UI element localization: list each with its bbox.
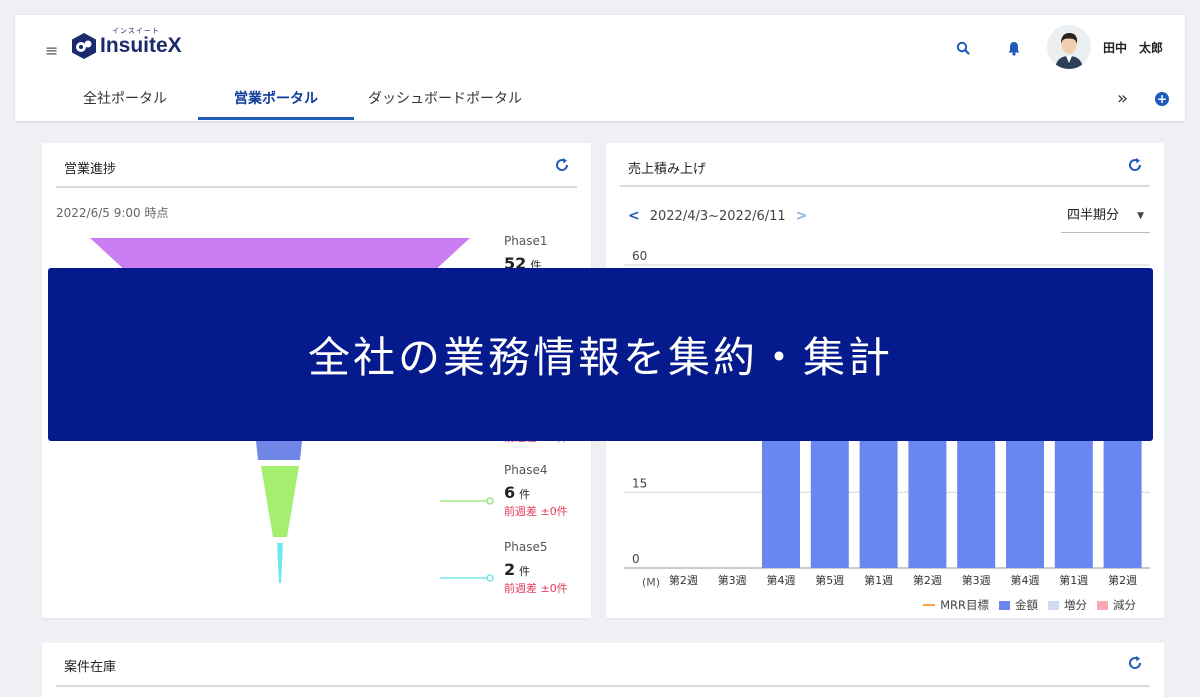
app-header: ≡ インスイート InsuiteX 田中 太郎 全社ポータル 営業ポータル ダッ… xyxy=(15,15,1185,121)
funnel-phase4 xyxy=(261,466,299,537)
refresh-icon[interactable] xyxy=(1126,654,1144,672)
x-tick-label: 第3週 xyxy=(718,573,747,587)
phase5-dot xyxy=(486,574,494,582)
add-tab-icon[interactable]: + xyxy=(1155,92,1169,106)
notification-button[interactable] xyxy=(1003,37,1025,59)
x-tick-label: 第2週 xyxy=(913,573,942,587)
user-photo-icon xyxy=(1047,25,1091,69)
x-tick-label: 第1週 xyxy=(1059,573,1088,587)
tab-dashboard-portal[interactable]: ダッシュボードポータル xyxy=(360,85,530,119)
date-range-nav: < 2022/4/3~2022/6/11 > xyxy=(628,208,807,224)
phase4-info: Phase4 6件 前週差 ±0件 xyxy=(504,463,568,518)
tab-company-portal[interactable]: 全社ポータル xyxy=(55,85,195,119)
card-divider xyxy=(620,185,1150,187)
phase4-dot xyxy=(486,497,494,505)
logo-text: InsuiteX xyxy=(100,34,182,57)
card-title: 売上積み上げ xyxy=(628,162,707,177)
refresh-icon[interactable] xyxy=(1126,156,1144,174)
x-tick-label: 第4週 xyxy=(1011,573,1040,587)
search-icon xyxy=(956,41,970,55)
card-divider xyxy=(56,685,1150,687)
legend-item[interactable]: 増分 xyxy=(1048,597,1087,613)
caret-down-icon: ▼ xyxy=(1137,211,1144,221)
funnel-phase5 xyxy=(277,543,283,583)
banner-text: 全社の業務情報を集約・集計 xyxy=(307,333,893,382)
chart-legend: MRR目標 金額 増分 減分 xyxy=(913,597,1136,613)
logo-mark-icon xyxy=(72,33,96,59)
phase5-info: Phase5 2件 前週差 ±0件 xyxy=(504,540,568,595)
x-tick-label: 第1週 xyxy=(864,573,893,587)
x-tick-label: 第2週 xyxy=(1108,573,1137,587)
portal-tabs: 全社ポータル 営業ポータル ダッシュボードポータル » + xyxy=(15,85,1185,121)
legend-item[interactable]: 金額 xyxy=(999,597,1038,613)
y-unit-label: (M) xyxy=(642,576,660,589)
card-title: 案件在庫 xyxy=(64,660,117,675)
deal-inventory-card: 案件在庫 xyxy=(42,643,1164,697)
x-tick-label: 第3週 xyxy=(962,573,991,587)
period-select[interactable]: 四半期分 ▼ xyxy=(1061,205,1150,233)
funnel-phase3-base xyxy=(256,441,302,460)
x-tick-label: 第2週 xyxy=(669,573,698,587)
chevron-left-icon[interactable]: < xyxy=(628,208,640,224)
search-button[interactable] xyxy=(952,37,974,59)
active-tab-indicator xyxy=(198,117,354,120)
avatar[interactable] xyxy=(1047,25,1091,69)
x-tick-label: 第4週 xyxy=(767,573,796,587)
x-tick-label: 第5週 xyxy=(815,573,844,587)
double-chevron-right-icon[interactable]: » xyxy=(1117,89,1128,109)
y-tick-label: 15 xyxy=(632,476,647,490)
menu-icon[interactable]: ≡ xyxy=(45,41,58,60)
tab-sales-portal[interactable]: 営業ポータル xyxy=(198,85,354,119)
logo-kana: インスイート xyxy=(112,27,160,35)
feature-banner: 全社の業務情報を集約・集計 xyxy=(48,268,1153,441)
user-name[interactable]: 田中 太郎 xyxy=(1103,39,1163,56)
y-tick-label: 0 xyxy=(632,552,640,566)
legend-item[interactable]: 減分 xyxy=(1097,597,1136,613)
bell-icon xyxy=(1008,41,1020,56)
date-range: 2022/4/3~2022/6/11 xyxy=(649,208,786,224)
logo[interactable]: インスイート InsuiteX xyxy=(71,27,182,60)
y-tick-label: 60 xyxy=(632,249,647,263)
chevron-right-icon[interactable]: > xyxy=(796,208,808,224)
legend-item[interactable]: MRR目標 xyxy=(923,597,989,613)
